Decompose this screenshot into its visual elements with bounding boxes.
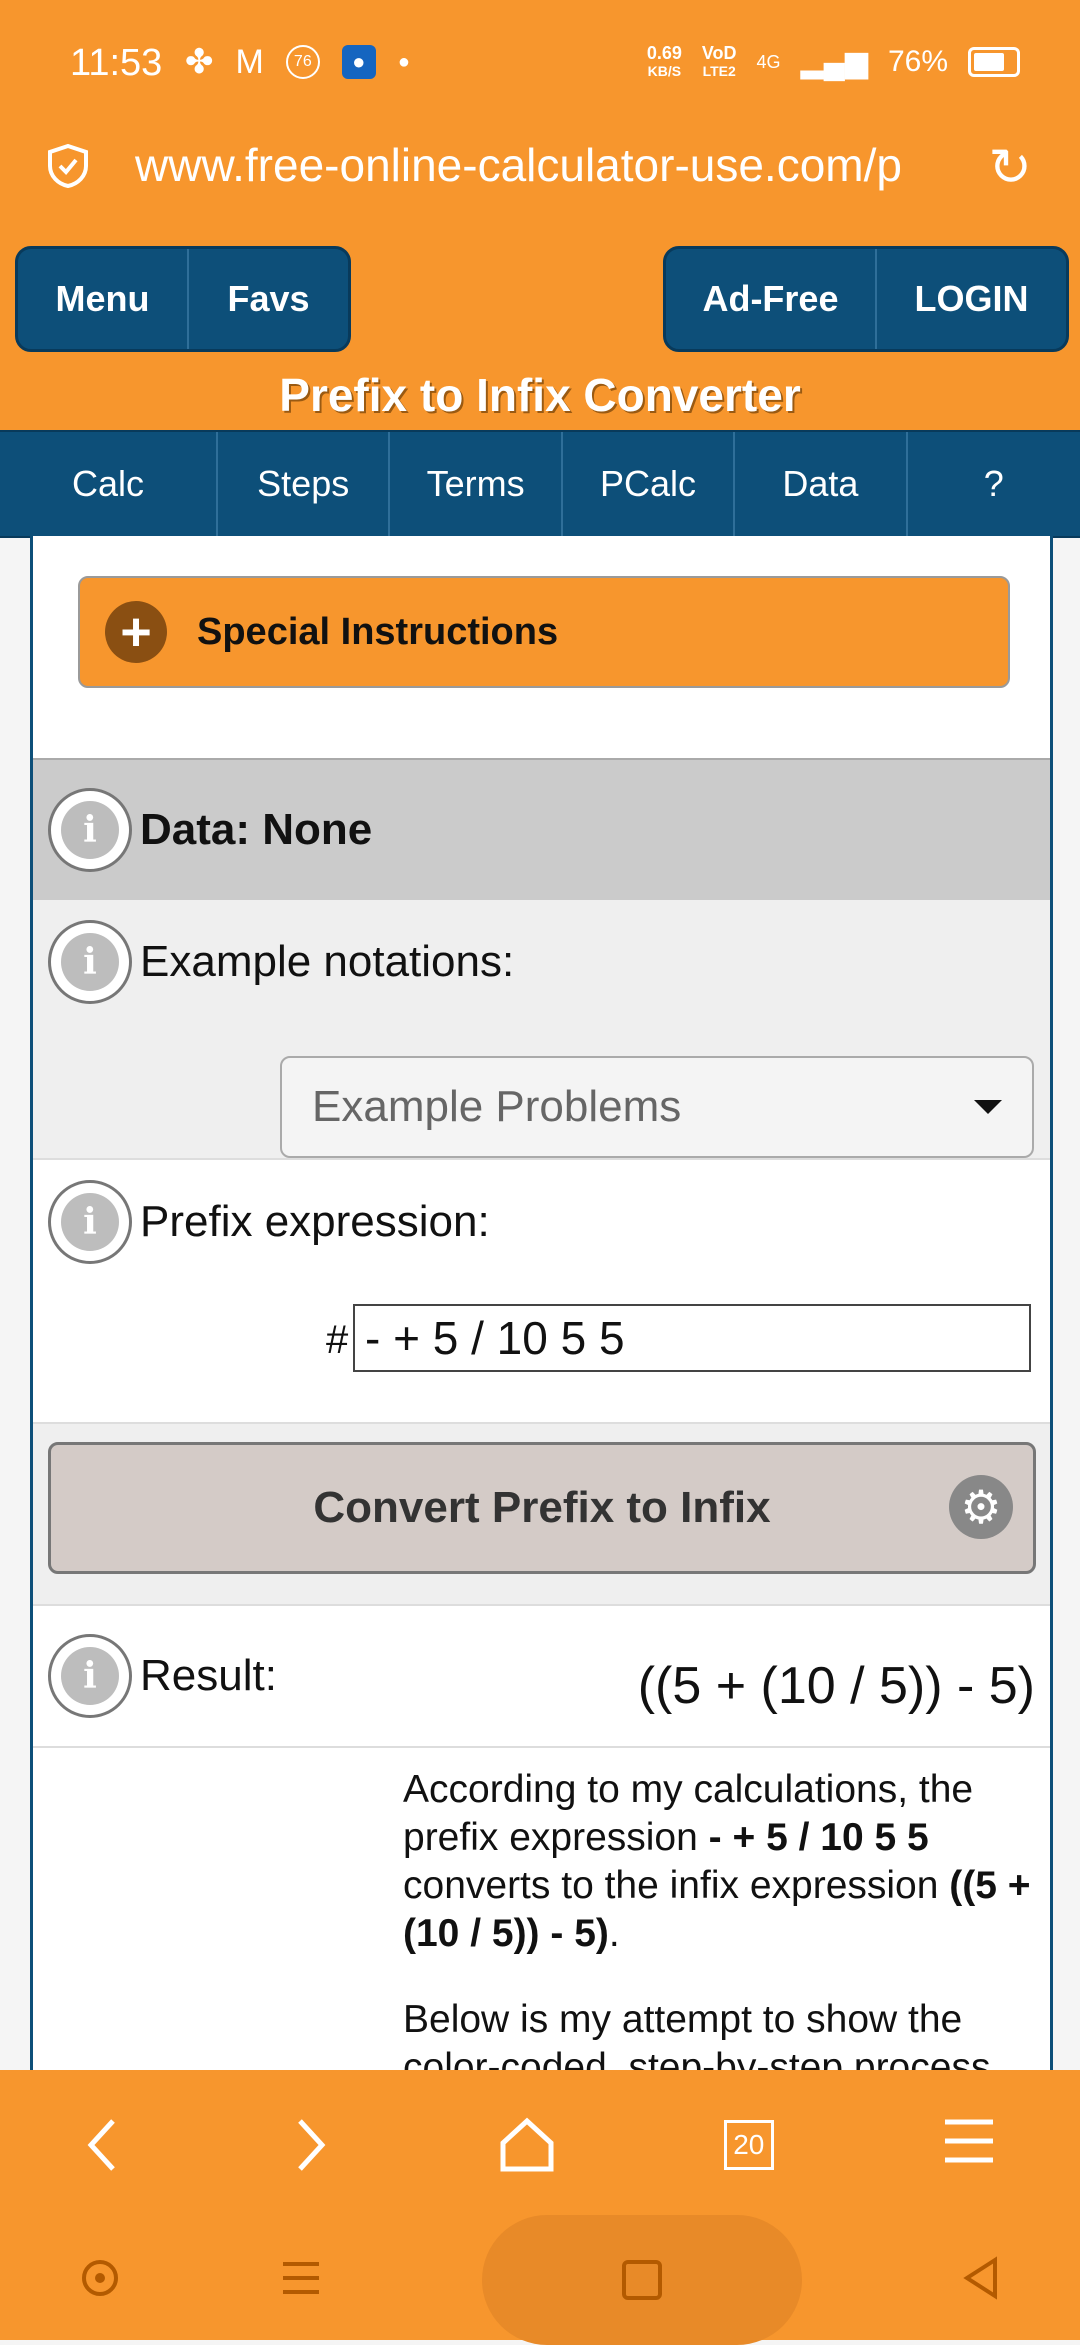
tabs-count-icon[interactable]: 20 [723,2120,774,2170]
tab-bar: Calc Steps Terms PCalc Data ? [0,430,1080,538]
badge-icon: 76 [285,45,320,79]
battery-level: 76% [887,45,948,78]
reload-icon[interactable]: ↻ [988,138,1032,198]
info-icon[interactable]: i [48,788,132,872]
examples-label: Example notations: [140,937,515,986]
volte-indicator: VoD LTE2 [701,43,737,79]
notification-icons: ✤ M 76 ● ● [185,42,410,82]
browser-nav: 20 [0,2070,1080,2220]
info-icon[interactable]: i [48,920,132,1004]
examples-row: i Example notations: Example Problems [33,900,1050,1160]
data-label: Data: None [140,805,373,854]
system-back-icon[interactable] [961,2255,1001,2305]
shield-icon [48,144,88,188]
prefix-row: i Prefix expression: # [33,1160,1050,1424]
system-icons: 0.69 KB/S VoD LTE2 4G ▂▄▆ 76% [647,44,1020,80]
data-row: i Data: None [33,758,1050,902]
result-label: Result: [140,1651,277,1700]
prefix-input[interactable] [353,1304,1031,1372]
back-icon[interactable] [83,2115,123,2175]
square-icon [621,2260,662,2300]
example-problems-select[interactable]: Example Problems [280,1056,1034,1158]
right-button-group: Ad-Free LOGIN [663,246,1069,352]
network-label: 4G [756,51,781,72]
left-button-group: Menu Favs [15,246,351,352]
tab-help[interactable]: ? [908,432,1080,536]
tab-terms[interactable]: Terms [390,432,563,536]
system-nav [0,2215,1080,2345]
android-icon: ● [341,45,376,79]
info-icon[interactable]: i [48,1180,132,1264]
battery-icon [968,47,1020,77]
tab-pcalc[interactable]: PCalc [563,432,736,536]
home-icon[interactable] [497,2115,557,2175]
gear-icon[interactable]: ⚙ [949,1475,1013,1539]
recents-icon[interactable] [279,2260,323,2301]
gmail-icon: M [235,42,264,81]
menu-button[interactable]: Menu [18,249,187,349]
dot-icon: ● [397,50,410,73]
result-value: ((5 + (10 / 5)) - 5) [637,1657,1035,1715]
chevron-down-icon [974,1100,1002,1114]
tab-steps[interactable]: Steps [218,432,391,536]
forward-icon[interactable] [290,2115,330,2175]
hash-label: # [326,1318,349,1362]
select-value: Example Problems [312,1082,682,1131]
pinwheel-icon: ✤ [185,43,214,81]
url-field[interactable]: www.free-online-calculator-use.com/p [135,138,945,192]
calculator-panel: + Special Instructions i Data: None i Ex… [30,536,1053,2076]
browser-url-bar: www.free-online-calculator-use.com/p ↻ [0,110,1080,230]
result-row: i Result: ((5 + (10 / 5)) - 5) [33,1606,1050,1748]
plus-icon: + [105,601,167,663]
special-instructions-button[interactable]: + Special Instructions [78,576,1010,688]
net-speed: 0.69 KB/S [646,43,682,79]
signal-icon: ▂▄▆ [800,45,868,79]
tab-calc[interactable]: Calc [0,432,218,536]
assistant-icon[interactable] [80,2258,120,2303]
login-button[interactable]: LOGIN [874,249,1066,349]
info-icon[interactable]: i [48,1634,132,1718]
explanation-paragraph: According to my calculations, the prefix… [403,1768,1031,1955]
convert-label: Convert Prefix to Infix [313,1483,771,1532]
prefix-label: Prefix expression: [140,1197,490,1246]
ad-free-button[interactable]: Ad-Free [666,249,875,349]
favs-button[interactable]: Favs [186,249,348,349]
system-home-button[interactable] [481,2215,802,2345]
menu-icon[interactable] [941,2111,997,2180]
page-title: Prefix to Infix Converter [279,369,801,421]
tab-data[interactable]: Data [735,432,908,536]
explanation-text: According to my calculations, the prefix… [403,1766,1033,2076]
explanation-paragraph-2: Below is my attempt to show the color-co… [403,1998,991,2076]
convert-button[interactable]: Convert Prefix to Infix ⚙ [48,1442,1036,1574]
special-instructions-label: Special Instructions [197,610,559,653]
site-header: Menu Favs Ad-Free LOGIN Prefix to Infix … [0,230,1080,430]
clock: 11:53 [70,42,163,84]
convert-row: Convert Prefix to Infix ⚙ [33,1424,1050,1606]
